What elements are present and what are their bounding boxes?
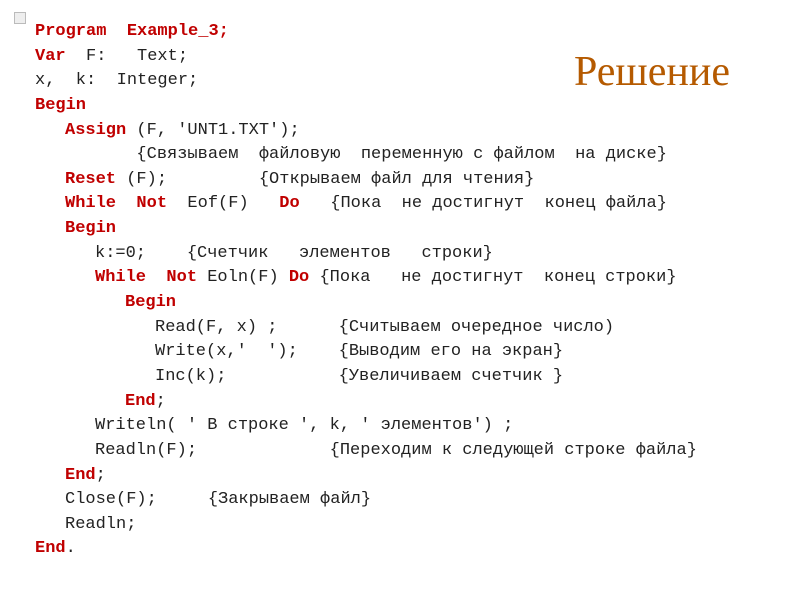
code-text: k:=0; {Счетчик элементов строки} [95,244,493,263]
slide-title: Решение [574,48,730,96]
keyword-var: Var [35,47,66,66]
code-line: End; [35,390,770,415]
code-comment: {Связываем файловую переменную с файлом … [65,145,667,164]
code-line: Assign (F, 'UNT1.TXT'); [35,119,770,144]
code-text: . [66,539,76,558]
code-text: Eoln(F) [197,268,289,287]
code-text: F: Text; [66,47,188,66]
code-text [116,194,136,213]
code-line: Readln(F); {Переходим к следующей строке… [35,439,770,464]
code-line: {Связываем файловую переменную с файлом … [35,143,770,168]
keyword-assign: Assign [65,121,126,140]
code-line: End. [35,537,770,562]
program-name: Example_3; [106,22,228,41]
code-line: Begin [35,291,770,316]
code-text: {Пока не достигнут конец строки} [309,268,676,287]
keyword-reset: Reset [65,170,116,189]
code-text: Close(F); {Закрываем файл} [65,490,371,509]
code-line: Begin [35,94,770,119]
code-text: Write(x,' '); {Выводим его на экран} [155,342,563,361]
code-text: ; [156,392,166,411]
keyword-program: Program [35,22,106,41]
code-text: {Пока не достигнут конец файла} [300,194,667,213]
code-line: While Not Eof(F) Do {Пока не достигнут к… [35,192,770,217]
code-text [146,268,166,287]
code-text: x, k: Integer; [35,71,198,90]
code-line: Read(F, x) ; {Считываем очередное число) [35,316,770,341]
code-line: k:=0; {Счетчик элементов строки} [35,242,770,267]
slide-container: Решение Program Example_3; Var F: Text; … [0,0,800,582]
code-text: ; [96,466,106,485]
code-text: (F, 'UNT1.TXT'); [126,121,299,140]
code-block: Program Example_3; Var F: Text; x, k: In… [35,20,770,562]
keyword-begin: Begin [65,219,116,238]
code-line: Reset (F); {Открываем файл для чтения} [35,168,770,193]
code-line: Inc(k); {Увеличиваем счетчик } [35,365,770,390]
code-line: Readln; [35,513,770,538]
code-line: Write(x,' '); {Выводим его на экран} [35,340,770,365]
code-line: Begin [35,217,770,242]
code-line: End; [35,464,770,489]
code-text: Read(F, x) ; {Считываем очередное число) [155,318,614,337]
code-text: Inc(k); {Увеличиваем счетчик } [155,367,563,386]
code-line: While Not Eoln(F) Do {Пока не достигнут … [35,266,770,291]
code-text: Readln(F); {Переходим к следующей строке… [95,441,697,460]
code-text: Writeln( ' В строке ', k, ' элементов') … [95,416,513,435]
code-text: (F); {Открываем файл для чтения} [116,170,534,189]
keyword-do: Do [289,268,309,287]
keyword-end: End [35,539,66,558]
keyword-while: While [95,268,146,287]
code-text: Eof(F) [167,194,279,213]
keyword-while: While [65,194,116,213]
keyword-begin: Begin [125,293,176,312]
code-line: Close(F); {Закрываем файл} [35,488,770,513]
keyword-begin: Begin [35,96,86,115]
code-line: Program Example_3; [35,20,770,45]
code-line: Writeln( ' В строке ', k, ' элементов') … [35,414,770,439]
keyword-not: Not [166,268,197,287]
corner-square-icon [14,12,26,24]
keyword-end: End [65,466,96,485]
keyword-end: End [125,392,156,411]
keyword-not: Not [136,194,167,213]
code-text: Readln; [65,515,136,534]
keyword-do: Do [279,194,299,213]
